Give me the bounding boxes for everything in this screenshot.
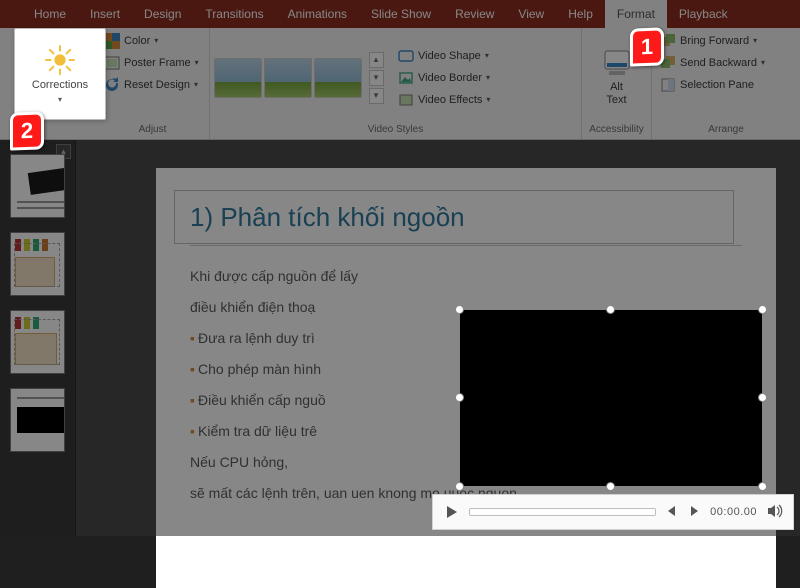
chevron-down-icon: ▾ — [753, 33, 757, 49]
gallery-up-icon[interactable]: ▴ — [369, 52, 384, 68]
tab-slideshow[interactable]: Slide Show — [359, 0, 443, 28]
selection-pane-icon — [660, 77, 676, 93]
step-back-button[interactable] — [666, 505, 678, 520]
selection-pane-label: Selection Pane — [680, 77, 754, 93]
seek-track[interactable] — [469, 508, 656, 516]
slide-thumbnails-panel: ▴ — [0, 140, 76, 536]
bring-forward-label: Bring Forward — [680, 33, 749, 49]
slide-thumbnail[interactable] — [10, 154, 65, 218]
send-backward-label: Send Backward — [680, 55, 757, 71]
resize-handle[interactable] — [455, 305, 464, 314]
slide-paragraph: Khi được cấp nguồn để lấy — [190, 266, 742, 287]
reset-design-button[interactable]: Reset Design ▾ — [100, 75, 203, 95]
style-preset[interactable] — [214, 58, 262, 98]
chevron-down-icon: ▾ — [485, 48, 489, 64]
poster-frame-label: Poster Frame — [124, 55, 191, 71]
slide-thumbnail[interactable] — [10, 232, 65, 296]
ribbon: Color ▾ Poster Frame ▾ Reset Design ▾ Ad… — [0, 28, 800, 140]
tab-transitions[interactable]: Transitions — [193, 0, 275, 28]
chevron-down-icon: ▾ — [486, 70, 490, 86]
media-player-bar: 00:00.00 — [432, 494, 794, 530]
video-border-button[interactable]: Video Border ▾ — [394, 68, 494, 88]
slide-thumbnail[interactable] — [10, 310, 65, 374]
resize-handle[interactable] — [758, 393, 767, 402]
chevron-down-icon: ▾ — [194, 77, 198, 93]
color-label: Color — [124, 33, 150, 49]
video-shape-button[interactable]: Video Shape ▾ — [394, 46, 494, 66]
chevron-down-icon: ▾ — [58, 95, 62, 104]
corrections-icon — [45, 45, 75, 75]
video-effects-icon — [398, 92, 414, 108]
video-effects-button[interactable]: Video Effects ▾ — [394, 90, 494, 110]
resize-handle[interactable] — [758, 482, 767, 491]
tab-view[interactable]: View — [506, 0, 556, 28]
group-label-arrange: Arrange — [656, 124, 796, 137]
chevron-down-icon: ▾ — [154, 33, 158, 49]
resize-handle[interactable] — [606, 305, 615, 314]
corrections-label: Corrections — [32, 79, 88, 91]
tab-design[interactable]: Design — [132, 0, 193, 28]
ribbon-tabstrip: Home Insert Design Transitions Animation… — [0, 0, 800, 28]
video-shape-label: Video Shape — [418, 48, 481, 64]
step-forward-button[interactable] — [688, 505, 700, 520]
tab-playback[interactable]: Playback — [667, 0, 740, 28]
resize-handle[interactable] — [606, 482, 615, 491]
annotation-badge-2: 2 — [10, 112, 46, 152]
gallery-down-icon[interactable]: ▾ — [369, 70, 384, 86]
style-preset[interactable] — [264, 58, 312, 98]
resize-handle[interactable] — [455, 482, 464, 491]
video-border-label: Video Border — [418, 70, 482, 86]
gallery-scroll[interactable]: ▴ ▾ ▾ — [368, 52, 384, 104]
video-object[interactable] — [460, 310, 762, 486]
timecode: 00:00.00 — [710, 506, 757, 518]
tab-format[interactable]: Format — [605, 0, 667, 28]
resize-handle[interactable] — [758, 305, 767, 314]
annotation-badge-1: 1 — [630, 28, 666, 68]
resize-handle[interactable] — [455, 393, 464, 402]
group-label-adjust: Adjust — [100, 124, 205, 137]
tab-home[interactable]: Home — [22, 0, 78, 28]
slide-thumbnail[interactable] — [10, 388, 65, 452]
tab-help[interactable]: Help — [556, 0, 605, 28]
group-label-video-styles: Video Styles — [214, 124, 577, 137]
chevron-down-icon: ▾ — [761, 55, 765, 71]
video-effects-label: Video Effects — [418, 92, 482, 108]
bring-forward-button[interactable]: Bring Forward ▾ — [656, 31, 769, 51]
title-selection-box[interactable] — [174, 190, 734, 244]
video-border-icon — [398, 70, 414, 86]
group-label-accessibility: Accessibility — [586, 124, 647, 137]
alt-text-label: Alt Text — [606, 81, 626, 105]
video-styles-gallery[interactable]: ▴ ▾ ▾ — [214, 52, 384, 104]
volume-button[interactable] — [767, 504, 783, 521]
play-button[interactable] — [443, 504, 459, 520]
chevron-down-icon: ▾ — [486, 92, 490, 108]
tab-insert[interactable]: Insert — [78, 0, 132, 28]
video-shape-icon — [398, 48, 414, 64]
tab-animations[interactable]: Animations — [276, 0, 359, 28]
gallery-more-icon[interactable]: ▾ — [369, 88, 384, 104]
title-divider — [190, 245, 742, 246]
style-preset[interactable] — [314, 58, 362, 98]
poster-frame-button[interactable]: Poster Frame ▾ — [100, 53, 203, 73]
corrections-button[interactable]: Corrections ▾ — [14, 28, 106, 120]
chevron-down-icon: ▾ — [195, 55, 199, 71]
alt-text-icon — [603, 49, 631, 77]
color-icon — [104, 33, 120, 49]
send-backward-button[interactable]: Send Backward ▾ — [656, 53, 769, 73]
reset-design-icon — [104, 77, 120, 93]
poster-frame-icon — [104, 55, 120, 71]
reset-design-label: Reset Design — [124, 77, 190, 93]
selection-pane-button[interactable]: Selection Pane — [656, 75, 769, 95]
tab-review[interactable]: Review — [443, 0, 506, 28]
color-button[interactable]: Color ▾ — [100, 31, 203, 51]
